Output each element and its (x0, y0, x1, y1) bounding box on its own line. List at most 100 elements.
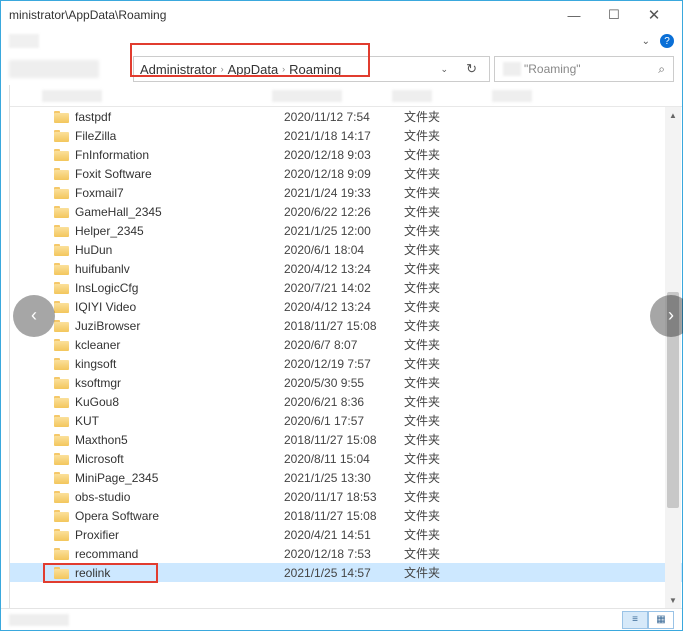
file-row[interactable]: KuGou8 2020/6/21 8:36文件夹 (10, 392, 682, 411)
refresh-icon[interactable]: ↻ (460, 61, 483, 77)
file-type: 文件夹 (404, 393, 464, 410)
scroll-up-icon[interactable]: ▲ (665, 107, 681, 123)
address-dropdown-icon[interactable]: ⌄ (435, 62, 455, 77)
file-name: Maxthon5 (75, 433, 128, 447)
search-input[interactable]: "Roaming" ⌕ (494, 56, 674, 82)
file-name: kcleaner (75, 338, 120, 352)
file-date: 2020/4/12 13:24 (284, 300, 404, 314)
menubar-blur (9, 34, 39, 48)
minimize-button[interactable]: — (554, 3, 594, 27)
file-type: 文件夹 (404, 241, 464, 258)
file-row[interactable]: huifubanlv2020/4/12 13:24文件夹 (10, 259, 682, 278)
file-row[interactable]: Opera Software2018/11/27 15:08文件夹 (10, 506, 682, 525)
nav-blur (9, 60, 99, 78)
file-date: 2021/1/25 12:00 (284, 224, 404, 238)
file-name: IQIYI Video (75, 300, 136, 314)
file-row[interactable]: FileZilla2021/1/18 14:17文件夹 (10, 126, 682, 145)
folder-icon (54, 377, 69, 389)
title-bar: ministrator\AppData\Roaming — ☐ ✕ (1, 1, 682, 29)
file-row[interactable]: kingsoft2020/12/19 7:57文件夹 (10, 354, 682, 373)
file-row[interactable]: obs-studio2020/11/17 18:53文件夹 (10, 487, 682, 506)
file-row[interactable]: FnInformation2020/12/18 9:03文件夹 (10, 145, 682, 164)
file-type: 文件夹 (404, 564, 464, 581)
file-name: huifubanlv (75, 262, 130, 276)
chevron-down-icon[interactable]: ⌄ (642, 36, 650, 47)
file-row[interactable]: JuziBrowser2018/11/27 15:08文件夹 (10, 316, 682, 335)
left-carousel-icon[interactable]: ‹ (13, 295, 55, 337)
annotation-red-box (130, 43, 370, 77)
folder-icon (54, 225, 69, 237)
header-blur (392, 90, 432, 102)
folder-icon (54, 282, 69, 294)
scroll-down-icon[interactable]: ▼ (665, 592, 681, 608)
file-date: 2020/6/21 8:36 (284, 395, 404, 409)
file-type: 文件夹 (404, 184, 464, 201)
file-row[interactable]: Proxifier2020/4/21 14:51文件夹 (10, 525, 682, 544)
file-row[interactable]: Foxmail72021/1/24 19:33文件夹 (10, 183, 682, 202)
file-date: 2020/5/30 9:55 (284, 376, 404, 390)
view-toggle: ≡ ▦ (622, 611, 674, 629)
file-date: 2020/12/18 9:03 (284, 148, 404, 162)
folder-icon (54, 244, 69, 256)
address-bar[interactable]: Administrator › AppData › Roaming ⌄ ↻ (133, 56, 490, 82)
file-date: 2020/6/1 17:57 (284, 414, 404, 428)
file-row[interactable]: Helper_2345 2021/1/25 12:00文件夹 (10, 221, 682, 240)
sidebar (1, 85, 9, 608)
file-name: InsLogicCfg (75, 281, 138, 295)
file-date: 2020/7/21 14:02 (284, 281, 404, 295)
file-row[interactable]: kcleaner2020/6/7 8:07文件夹 (10, 335, 682, 354)
file-date: 2020/11/17 18:53 (284, 490, 404, 504)
details-view-button[interactable]: ≡ (622, 611, 648, 629)
column-header-row (10, 85, 682, 107)
file-row[interactable]: fastpdf2020/11/12 7:54文件夹 (10, 107, 682, 126)
close-button[interactable]: ✕ (634, 3, 674, 27)
status-blur (9, 614, 69, 626)
help-icon[interactable]: ? (660, 34, 674, 48)
folder-icon (54, 320, 69, 332)
file-date: 2020/4/21 14:51 (284, 528, 404, 542)
file-date: 2018/11/27 15:08 (284, 509, 404, 523)
search-icon: ⌕ (658, 62, 665, 77)
folder-icon (54, 529, 69, 541)
file-date: 2021/1/25 14:57 (284, 566, 404, 580)
file-type: 文件夹 (404, 545, 464, 562)
file-name: KUT (75, 414, 99, 428)
file-row[interactable]: GameHall_23452020/6/22 12:26文件夹 (10, 202, 682, 221)
file-type: 文件夹 (404, 127, 464, 144)
file-row[interactable]: MiniPage_23452021/1/25 13:30文件夹 (10, 468, 682, 487)
file-name: kingsoft (75, 357, 116, 371)
file-name: KuGou8 (75, 395, 119, 409)
file-type: 文件夹 (404, 203, 464, 220)
folder-icon (54, 339, 69, 351)
vertical-scrollbar[interactable]: ▲ ▼ (665, 107, 681, 608)
header-blur (42, 90, 102, 102)
file-row[interactable]: IQIYI Video2020/4/12 13:24文件夹 (10, 297, 682, 316)
file-row[interactable]: Foxit Software2020/12/18 9:09文件夹 (10, 164, 682, 183)
maximize-button[interactable]: ☐ (594, 3, 634, 27)
file-name: Helper_2345 (75, 224, 144, 238)
file-type: 文件夹 (404, 222, 464, 239)
file-name: MiniPage_2345 (75, 471, 158, 485)
file-row[interactable]: HuDun2020/6/1 18:04文件夹 (10, 240, 682, 259)
file-name: FnInformation (75, 148, 149, 162)
file-row[interactable]: KUT2020/6/1 17:57文件夹 (10, 411, 682, 430)
file-date: 2020/4/12 13:24 (284, 262, 404, 276)
content-area: fastpdf2020/11/12 7:54文件夹FileZilla2021/1… (1, 85, 682, 608)
file-row[interactable]: ksoftmgr2020/5/30 9:55文件夹 (10, 373, 682, 392)
file-name: GameHall_2345 (75, 205, 162, 219)
file-row[interactable]: Maxthon52018/11/27 15:08文件夹 (10, 430, 682, 449)
folder-icon (54, 149, 69, 161)
file-row[interactable]: Microsoft2020/8/11 15:04文件夹 (10, 449, 682, 468)
status-bar: ≡ ▦ (1, 608, 682, 630)
scroll-track[interactable] (665, 123, 681, 592)
file-list: fastpdf2020/11/12 7:54文件夹FileZilla2021/1… (10, 85, 682, 608)
file-row[interactable]: InsLogicCfg2020/7/21 14:02文件夹 (10, 278, 682, 297)
file-name: fastpdf (75, 110, 111, 124)
file-type: 文件夹 (404, 469, 464, 486)
file-name: obs-studio (75, 490, 130, 504)
file-date: 2020/8/11 15:04 (284, 452, 404, 466)
icons-view-button[interactable]: ▦ (648, 611, 674, 629)
file-name: HuDun (75, 243, 112, 257)
file-date: 2020/12/18 9:09 (284, 167, 404, 181)
file-row[interactable]: recommand2020/12/18 7:53文件夹 (10, 544, 682, 563)
